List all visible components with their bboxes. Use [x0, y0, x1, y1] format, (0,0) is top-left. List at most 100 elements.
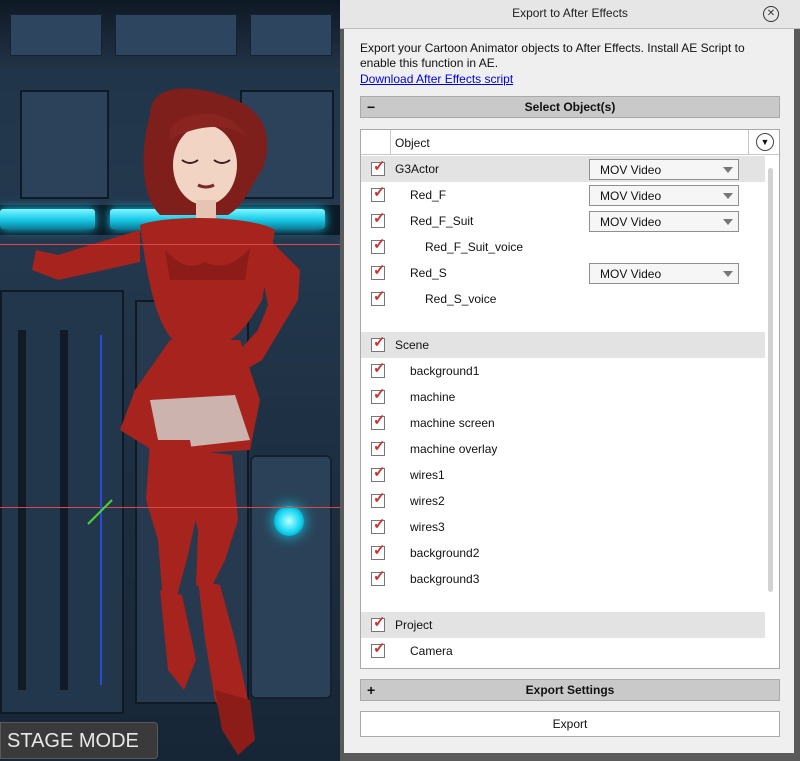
checkbox[interactable]: ✓	[371, 490, 386, 508]
format-value: MOV Video	[600, 163, 662, 177]
list-item[interactable]: ✓ Red_F MOV Video	[361, 182, 765, 208]
list-item[interactable]: ✓ background3	[361, 566, 765, 592]
check-icon: ✓	[373, 184, 386, 201]
checkbox[interactable]: ✓	[371, 334, 386, 352]
check-icon: ✓	[373, 360, 386, 377]
checkbox[interactable]: ✓	[371, 262, 386, 280]
check-icon: ✓	[373, 464, 386, 481]
scrollbar[interactable]	[768, 168, 773, 592]
format-dropdown[interactable]: MOV Video	[589, 159, 739, 180]
item-label: wires3	[410, 520, 445, 534]
item-label: Camera	[410, 644, 453, 658]
check-icon: ✓	[373, 158, 386, 175]
item-label: Red_F_Suit_voice	[425, 240, 524, 254]
checkbox[interactable]: ✓	[371, 542, 386, 560]
checkbox[interactable]: ✓	[371, 360, 386, 378]
check-icon: ✓	[373, 490, 386, 507]
group-row[interactable]: ✓ G3Actor MOV Video	[361, 156, 765, 182]
list-item[interactable]: ✓ background2	[361, 540, 765, 566]
item-label: Scene	[395, 338, 430, 352]
checkbox[interactable]: ✓	[371, 236, 386, 254]
chevron-down-icon	[723, 219, 733, 225]
header-separator	[390, 130, 391, 154]
group-row[interactable]: ✓ Project	[361, 612, 765, 638]
checkbox[interactable]: ✓	[371, 640, 386, 658]
item-label: Red_S_voice	[425, 292, 497, 306]
checkbox[interactable]: ✓	[371, 158, 386, 176]
list-item[interactable]: ✓ Red_S MOV Video	[361, 260, 765, 286]
list-item[interactable]: ✓ background1	[361, 358, 765, 384]
list-item[interactable]: ✓ machine	[361, 384, 765, 410]
format-value: MOV Video	[600, 215, 662, 229]
list-item[interactable]: ✓ Red_S_voice	[361, 286, 765, 312]
dialog-titlebar[interactable]: Export to After Effects ✕	[340, 0, 800, 29]
stage-viewport[interactable]: STAGE MODE	[0, 0, 340, 761]
download-script-link[interactable]: Download After Effects script	[360, 72, 513, 86]
check-icon: ✓	[373, 640, 386, 657]
dialog-description: Export your Cartoon Animator objects to …	[360, 41, 745, 70]
check-icon: ✓	[373, 614, 386, 631]
character-figure[interactable]	[0, 0, 340, 761]
format-dropdown[interactable]: MOV Video	[589, 211, 739, 232]
checkbox[interactable]: ✓	[371, 386, 386, 404]
check-icon: ✓	[373, 334, 386, 351]
export-button[interactable]: Export	[360, 711, 780, 737]
format-dropdown[interactable]: MOV Video	[589, 185, 739, 206]
checkbox[interactable]: ✓	[371, 516, 386, 534]
close-icon[interactable]: ✕	[763, 6, 779, 22]
checkbox[interactable]: ✓	[371, 614, 386, 632]
select-objects-section[interactable]: − Select Object(s)	[360, 96, 780, 118]
pivot-marker[interactable]	[84, 496, 116, 528]
guide-line-horizontal	[0, 244, 340, 245]
item-label: Project	[395, 618, 433, 632]
item-label: Red_F_Suit	[410, 214, 474, 228]
checkbox[interactable]: ✓	[371, 288, 386, 306]
check-icon: ✓	[373, 288, 386, 305]
check-icon: ✓	[373, 438, 386, 455]
list-item[interactable]: ✓ Red_F_Suit MOV Video	[361, 208, 765, 234]
item-label: background1	[410, 364, 480, 378]
checkbox[interactable]: ✓	[371, 210, 386, 228]
checkbox[interactable]: ✓	[371, 464, 386, 482]
export-settings-section[interactable]: + Export Settings	[360, 679, 780, 701]
list-item[interactable]: ✓ wires3	[361, 514, 765, 540]
group-row[interactable]: ✓ Scene	[361, 332, 765, 358]
chevron-down-icon	[723, 167, 733, 173]
list-item[interactable]: ✓ wires2	[361, 488, 765, 514]
checkbox[interactable]: ✓	[371, 412, 386, 430]
collapse-icon[interactable]: −	[367, 97, 375, 117]
item-label: background2	[410, 546, 480, 560]
check-icon: ✓	[373, 516, 386, 533]
format-dropdown[interactable]: MOV Video	[589, 263, 739, 284]
checkbox[interactable]: ✓	[371, 568, 386, 586]
list-item[interactable]: ✓ machine overlay	[361, 436, 765, 462]
guide-line-horizontal	[0, 507, 340, 508]
chevron-down-icon	[723, 271, 733, 277]
item-label: Red_S	[410, 266, 447, 280]
stage-mode-label[interactable]: STAGE MODE	[0, 722, 158, 759]
chevron-down-icon	[723, 193, 733, 199]
item-label: Red_F	[410, 188, 447, 202]
list-item[interactable]: ✓ Red_F_Suit_voice	[361, 234, 765, 260]
chevron-down-icon[interactable]: ▼	[756, 133, 774, 151]
section-label: Export Settings	[525, 683, 615, 697]
check-icon: ✓	[373, 210, 386, 227]
checkbox[interactable]: ✓	[371, 184, 386, 202]
item-label: wires1	[410, 468, 445, 482]
item-label: machine screen	[410, 416, 495, 430]
expand-icon[interactable]: +	[367, 680, 375, 700]
item-label: machine overlay	[410, 442, 498, 456]
object-column-header: Object	[395, 136, 430, 150]
item-label: machine	[410, 390, 456, 404]
list-item[interactable]: ✓ Camera	[361, 638, 765, 664]
list-item[interactable]: ✓ wires1	[361, 462, 765, 488]
check-icon: ✓	[373, 542, 386, 559]
section-label: Select Object(s)	[524, 100, 616, 114]
checkbox[interactable]: ✓	[371, 438, 386, 456]
header-separator	[748, 130, 749, 154]
check-icon: ✓	[373, 568, 386, 585]
item-label: wires2	[410, 494, 445, 508]
list-item[interactable]: ✓ machine screen	[361, 410, 765, 436]
dialog-title: Export to After Effects	[512, 6, 628, 20]
item-label: G3Actor	[395, 162, 440, 176]
